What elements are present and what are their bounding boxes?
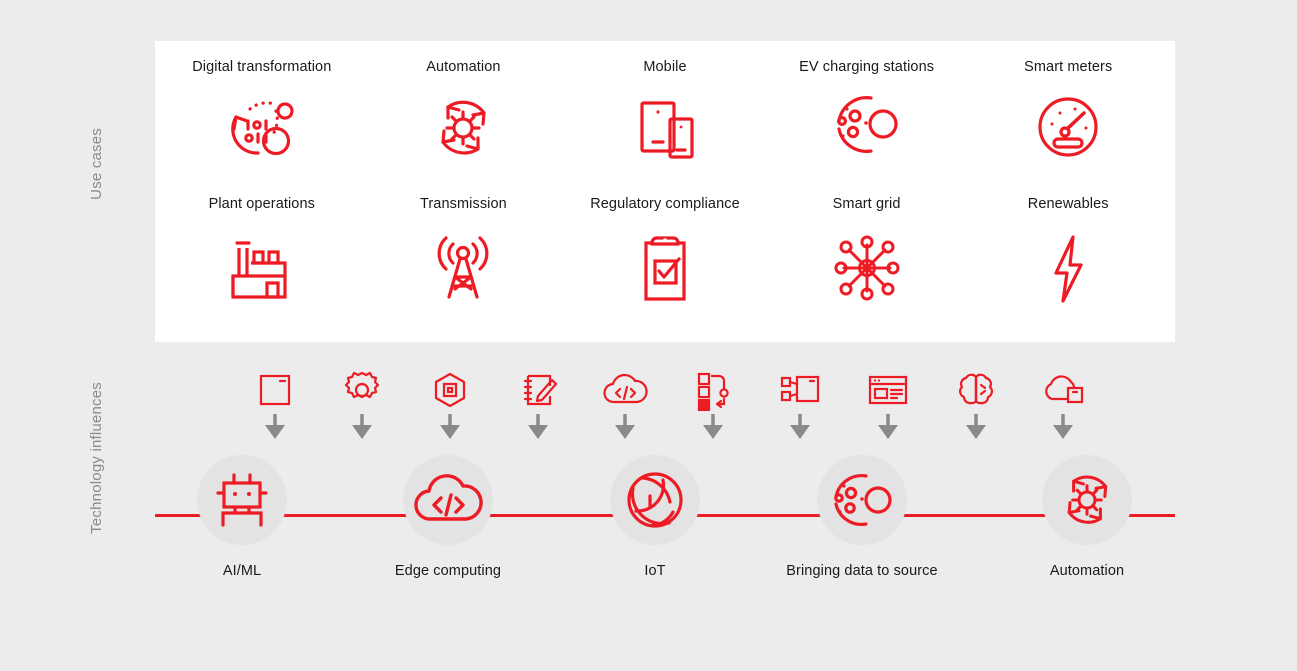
arrow-down-icon <box>790 414 811 439</box>
influence-workflow-queue[interactable] <box>669 368 757 446</box>
arrow-down-icon <box>1053 414 1074 439</box>
timeline-node-iot[interactable]: IoT <box>570 455 740 581</box>
gauge-meter-icon <box>1038 97 1098 157</box>
timeline-node-label: AI/ML <box>222 563 262 579</box>
influence-cloud-code[interactable] <box>581 368 669 446</box>
node-disc <box>610 455 700 545</box>
network-diagram-icon <box>778 368 822 412</box>
use-case-regulatory-compliance[interactable]: Regulatory compliance <box>564 195 766 340</box>
influence-brain[interactable] <box>932 368 1020 446</box>
use-case-ev-charging-stations[interactable]: EV charging stations <box>766 58 968 195</box>
arrow-down-icon <box>439 414 460 439</box>
web-layout-icon <box>865 368 911 412</box>
cloud-code-icon <box>414 474 483 521</box>
digital-transformation-icon <box>230 101 294 156</box>
influence-cloud-box[interactable] <box>1019 368 1107 446</box>
technology-influence-row <box>231 368 1107 446</box>
use-case-smart-meters[interactable]: Smart meters <box>967 58 1169 195</box>
use-case-transmission[interactable]: Transmission <box>363 195 565 340</box>
use-case-label: Renewables <box>1027 196 1109 212</box>
use-case-renewables[interactable]: Renewables <box>967 195 1169 340</box>
use-case-label: Regulatory compliance <box>590 196 740 212</box>
timeline-node-automation[interactable]: Automation <box>1002 455 1172 581</box>
automation-cycle-icon <box>441 100 486 155</box>
arrow-down-icon <box>264 414 285 439</box>
transmission-tower-icon <box>437 236 489 299</box>
node-disc <box>197 455 287 545</box>
timeline-node-label: Automation <box>1049 563 1125 579</box>
use-case-digital-transformation[interactable]: Digital transformation <box>161 58 363 195</box>
axis-use-cases: Use cases <box>88 36 110 348</box>
use-case-label: Digital transformation <box>192 59 332 75</box>
timeline-node-bringing-data-to-source[interactable]: Bringing data to source <box>777 455 947 581</box>
use-case-plant-operations[interactable]: Plant operations <box>161 195 363 340</box>
influence-hexagon-chip[interactable] <box>406 368 494 446</box>
use-case-label: Smart meters <box>1024 59 1113 75</box>
influence-window-panel[interactable] <box>231 368 319 446</box>
use-case-mobile[interactable]: Mobile <box>564 58 766 195</box>
factory-icon <box>231 241 287 299</box>
use-case-smart-grid[interactable]: Smart grid <box>766 195 968 340</box>
data-particles-icon <box>834 474 892 527</box>
use-cases-panel: Digital transformation Automation Mobile… <box>155 41 1175 342</box>
axis-use-cases-label: Use cases <box>88 128 105 200</box>
gear-icon <box>341 368 383 412</box>
cloud-box-icon <box>1040 368 1086 412</box>
use-case-label: Transmission <box>419 196 507 212</box>
node-disc <box>403 455 493 545</box>
timeline-node-label: IoT <box>644 563 666 579</box>
use-case-label: Plant operations <box>208 196 315 212</box>
influence-gear[interactable] <box>319 368 407 446</box>
clipboard-check-icon <box>644 236 686 301</box>
node-disc <box>1042 455 1132 545</box>
use-case-automation[interactable]: Automation <box>363 58 565 195</box>
use-case-label: EV charging stations <box>799 59 935 75</box>
timeline-node-edge-computing[interactable]: Edge computing <box>363 455 533 581</box>
influence-web-layout[interactable] <box>844 368 932 446</box>
automation-cycle-icon <box>1067 475 1108 524</box>
use-case-label: Smart grid <box>832 196 901 212</box>
mobile-devices-icon <box>640 101 694 159</box>
window-panel-icon <box>256 368 294 412</box>
timeline-node-label: Edge computing <box>394 563 502 579</box>
technology-timeline: AI/ML Edge computing IoT Bringing data t… <box>0 455 1297 630</box>
robot-head-icon <box>216 473 268 527</box>
infographic-canvas: Use cases Technology influences Digital … <box>0 0 1297 671</box>
timeline-node-label: Bringing data to source <box>786 563 938 579</box>
arrow-down-icon <box>702 414 723 439</box>
influence-notepad-pencil[interactable] <box>494 368 582 446</box>
ev-charging-particles-icon <box>836 96 898 153</box>
use-case-label: Automation <box>426 59 501 75</box>
timeline-node-ai-ml[interactable]: AI/ML <box>157 455 327 581</box>
lightning-bolt-icon <box>1054 235 1083 303</box>
arrow-down-icon <box>527 414 548 439</box>
node-disc <box>817 455 907 545</box>
cloud-code-icon <box>602 368 648 412</box>
arrow-down-icon <box>965 414 986 439</box>
brain-icon <box>955 368 997 412</box>
use-cases-grid: Digital transformation Automation Mobile… <box>155 41 1175 342</box>
arrow-down-icon <box>877 414 898 439</box>
arrow-down-icon <box>615 414 636 439</box>
influence-network-diagram[interactable] <box>757 368 845 446</box>
iot-sphere-icon <box>627 472 683 528</box>
network-hub-icon <box>834 235 900 301</box>
use-case-label: Mobile <box>643 59 687 75</box>
notepad-pencil-icon <box>518 368 558 412</box>
workflow-queue-icon <box>693 368 733 412</box>
hexagon-chip-icon <box>430 368 470 412</box>
arrow-down-icon <box>352 414 373 439</box>
